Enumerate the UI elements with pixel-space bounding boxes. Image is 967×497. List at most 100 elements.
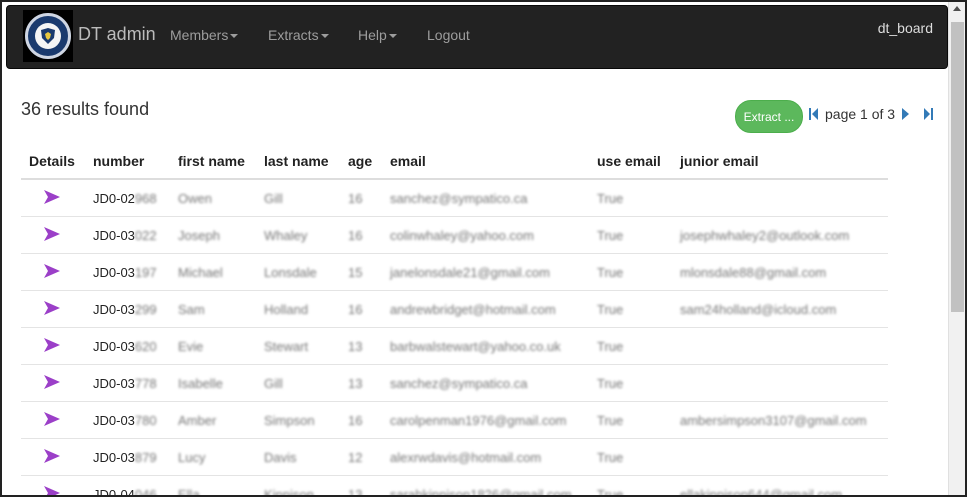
use-email-cell: True xyxy=(597,338,624,354)
scroll-up-icon[interactable] xyxy=(953,6,961,11)
nav-logout-label: Logout xyxy=(427,27,470,43)
last-name-cell: Kinnison xyxy=(264,486,314,497)
table-row[interactable]: JD0-03197 Michael Lonsdale 15 janelonsdale21… xyxy=(21,254,888,291)
use-email-cell: True xyxy=(597,449,624,465)
nav-extracts-label: Extracts xyxy=(268,27,319,43)
email-cell: colinwhaley@yahoo.com xyxy=(390,227,534,243)
details-cell xyxy=(21,484,93,495)
brand-title[interactable]: DT admin xyxy=(78,24,156,45)
club-crest-icon xyxy=(25,13,71,59)
age-cell: 16 xyxy=(348,301,363,317)
age-cell: 12 xyxy=(348,449,363,465)
first-page-icon[interactable] xyxy=(808,107,819,121)
header-junior-email[interactable]: junior email xyxy=(680,152,888,178)
last-name-cell: Whaley xyxy=(264,227,308,243)
table-row[interactable]: JD0-03879 Lucy Davis 12 alexrwdavis@hotmail.… xyxy=(21,439,888,476)
header-email[interactable]: email xyxy=(390,152,597,178)
purple-arrow-icon[interactable] xyxy=(43,189,61,205)
pagination: page 1 of 3 xyxy=(808,106,934,122)
first-name-cell: Joseph xyxy=(178,227,220,243)
first-name-cell: Amber xyxy=(178,412,217,428)
purple-arrow-icon[interactable] xyxy=(43,374,61,390)
nav-logout[interactable]: Logout xyxy=(427,27,470,43)
last-page-icon[interactable] xyxy=(923,107,934,121)
junior-email-cell: ambersimpson3107@gmail.com xyxy=(680,412,867,428)
next-page-icon[interactable] xyxy=(901,107,910,121)
header-use-email[interactable]: use email xyxy=(597,152,680,178)
number-suffix: 197 xyxy=(134,264,157,280)
purple-arrow-icon[interactable] xyxy=(43,337,61,353)
email-cell: barbwalstewart@yahoo.co.uk xyxy=(390,338,561,354)
email-cell: sarahkinnison1826@gmail.com xyxy=(390,486,572,497)
first-name-cell: Owen xyxy=(178,190,212,206)
use-email-cell: True xyxy=(597,227,624,243)
last-name-cell: Gill xyxy=(264,375,283,391)
purple-arrow-icon[interactable] xyxy=(43,485,61,495)
last-name-cell: Lonsdale xyxy=(264,264,317,280)
number-prefix: JD0-03 xyxy=(93,375,135,391)
details-cell xyxy=(21,262,93,282)
age-cell: 16 xyxy=(348,190,363,206)
nav-help[interactable]: Help xyxy=(358,27,397,43)
email-cell: sanchez@sympatico.ca xyxy=(390,190,528,206)
club-logo[interactable] xyxy=(23,10,73,62)
purple-arrow-icon[interactable] xyxy=(43,411,61,427)
nav-extracts[interactable]: Extracts xyxy=(268,27,329,43)
table-row[interactable]: JD0-03299 Sam Holland 16 andrewbridget@hotma… xyxy=(21,291,888,328)
number-suffix: 299 xyxy=(134,301,157,317)
details-cell xyxy=(21,299,93,319)
nav-members-label: Members xyxy=(170,27,229,43)
table-row[interactable]: JD0-02968 Owen Gill 16 sanchez@sympatico.ca T… xyxy=(21,180,888,217)
header-number[interactable]: number xyxy=(93,152,178,178)
number-prefix: JD0-02 xyxy=(93,190,135,206)
email-cell: janelonsdale21@gmail.com xyxy=(390,264,550,280)
details-cell xyxy=(21,336,93,356)
table-row[interactable]: JD0-03780 Amber Simpson 16 carolpenman1976@g… xyxy=(21,402,888,439)
extract-button[interactable]: Extract ... xyxy=(735,100,803,133)
first-name-cell: Michael xyxy=(178,264,223,280)
purple-arrow-icon[interactable] xyxy=(43,226,61,242)
table-row[interactable]: JD0-03022 Joseph Whaley 16 colinwhaley@yahoo… xyxy=(21,217,888,254)
last-name-cell: Holland xyxy=(264,301,309,317)
current-user[interactable]: dt_board xyxy=(878,20,933,36)
header-last-name[interactable]: last name xyxy=(264,152,348,178)
use-email-cell: True xyxy=(597,301,624,317)
purple-arrow-icon[interactable] xyxy=(43,300,61,316)
number-prefix: JD0-03 xyxy=(93,449,135,465)
junior-email-cell: josephwhaley2@outlook.com xyxy=(680,227,850,243)
header-first-name[interactable]: first name xyxy=(178,152,264,178)
number-suffix: 620 xyxy=(134,338,157,354)
purple-arrow-icon[interactable] xyxy=(43,263,61,279)
number-prefix: JD0-03 xyxy=(93,412,135,428)
email-cell: sanchez@sympatico.ca xyxy=(390,375,528,391)
number-cell: JD0-03778 xyxy=(93,376,178,391)
page-indicator: page 1 of 3 xyxy=(825,106,896,122)
number-prefix: JD0-04 xyxy=(93,486,135,497)
purple-arrow-icon[interactable] xyxy=(43,448,61,464)
number-cell: JD0-04046 xyxy=(93,486,178,497)
members-table: Details number first name last name age … xyxy=(21,152,888,497)
table-body: JD0-02968 Owen Gill 16 sanchez@sympatico.ca T… xyxy=(21,180,888,497)
last-name-cell: Simpson xyxy=(264,412,315,428)
navbar: DT admin Members Extracts Help Logout dt… xyxy=(6,5,948,69)
caret-down-icon xyxy=(320,33,329,38)
table-row[interactable]: JD0-03778 Isabelle Gill 13 sanchez@sympatico… xyxy=(21,365,888,402)
first-name-cell: Isabelle xyxy=(178,375,223,391)
table-header: Details number first name last name age … xyxy=(21,152,888,180)
table-row[interactable]: JD0-04046 Ella Kinnison 13 sarahkinnison1826… xyxy=(21,476,888,497)
details-cell xyxy=(21,447,93,467)
table-row[interactable]: JD0-03620 Evie Stewart 13 barbwalstewart@yah… xyxy=(21,328,888,365)
use-email-cell: True xyxy=(597,190,624,206)
first-name-cell: Sam xyxy=(178,301,205,317)
scrollbar-thumb[interactable] xyxy=(951,22,964,312)
number-suffix: 879 xyxy=(134,449,157,465)
header-details[interactable]: Details xyxy=(21,152,93,178)
email-cell: andrewbridget@hotmail.com xyxy=(390,301,556,317)
number-suffix: 780 xyxy=(134,412,157,428)
vertical-scrollbar[interactable] xyxy=(948,2,965,495)
nav-members[interactable]: Members xyxy=(170,27,239,43)
age-cell: 13 xyxy=(348,338,363,354)
number-cell: JD0-03620 xyxy=(93,339,178,354)
age-cell: 13 xyxy=(348,375,363,391)
header-age[interactable]: age xyxy=(348,152,390,178)
